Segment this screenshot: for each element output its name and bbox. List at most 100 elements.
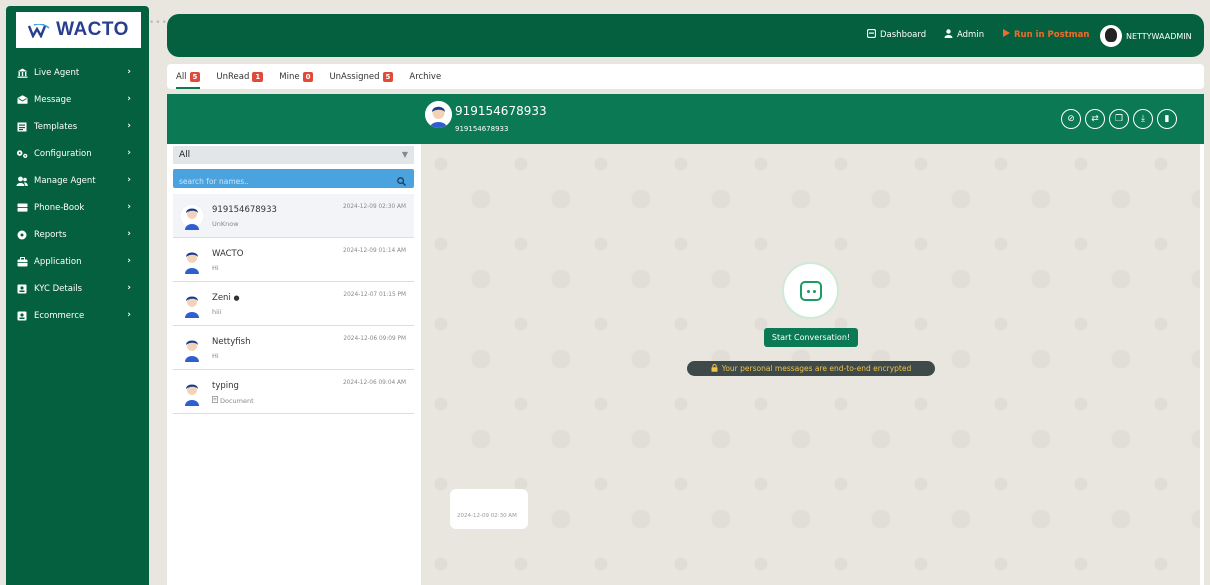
copy-icon: ❐ — [1114, 114, 1124, 124]
gears-icon — [16, 149, 28, 159]
chevron-right-icon: › — [127, 256, 131, 266]
list-item[interactable]: Nettyfish Hi 2024-12-06 09:09 PM — [173, 326, 414, 370]
chat-bubble-icon — [799, 280, 822, 301]
sidebar-item-label: Message — [34, 94, 72, 105]
search-icon[interactable] — [397, 171, 406, 190]
tab-all[interactable]: All 5 — [176, 64, 201, 89]
chevron-right-icon: › — [127, 148, 131, 158]
search-input[interactable] — [173, 172, 373, 191]
user-name: NETTYWAADMIN — [1126, 31, 1192, 41]
contact-name: typing — [212, 381, 239, 391]
chat-area: Start Conversation! Your personal messag… — [421, 144, 1200, 585]
sidebar-item-manage-agent[interactable]: Manage Agent › — [6, 167, 149, 194]
logo[interactable]: WACTO — [16, 12, 141, 48]
list-item[interactable]: WACTO Hi 2024-12-09 01:14 AM — [173, 238, 414, 282]
collapse-handle-icon[interactable]: ••• — [149, 18, 168, 28]
chevron-right-icon: › — [127, 94, 131, 104]
conversation-tabs: All 5 UnRead 1 Mine 0 UnAssigned 5 Archi… — [167, 64, 1204, 89]
start-conversation-button[interactable]: Start Conversation! — [764, 328, 858, 347]
sidebar-item-label: Reports — [34, 229, 67, 240]
sidebar-item-reports[interactable]: Reports › — [6, 221, 149, 248]
sidebar-item-configuration[interactable]: Configuration › — [6, 140, 149, 167]
contact-list-panel: All ▼ 919154678933 UnKnow 2024-12-09 02:… — [167, 144, 421, 585]
dashboard-label: Dashboard — [880, 30, 927, 40]
chevron-right-icon: › — [127, 67, 131, 77]
transfer-button[interactable]: ⇄ — [1085, 109, 1105, 129]
encryption-notice: Your personal messages are end-to-end en… — [687, 361, 935, 376]
count-badge: 1 — [252, 71, 264, 82]
sidebar-item-label: Ecommerce — [34, 310, 85, 321]
sidebar-nav: Live Agent › Message › Templates › Confi… — [6, 59, 149, 329]
contact-name: Zeni ● — [212, 293, 240, 303]
tab-unread[interactable]: UnRead 1 — [216, 64, 264, 89]
message-text: Hi — [212, 264, 219, 272]
start-conversation-icon — [782, 262, 839, 319]
chevron-right-icon: › — [127, 310, 131, 320]
last-message: Document — [212, 396, 254, 405]
list-item[interactable]: 919154678933 UnKnow 2024-12-09 02:30 AM — [173, 194, 414, 238]
admin-link[interactable]: Admin — [944, 29, 984, 41]
envelope-icon — [16, 95, 28, 105]
message-text: UnKnow — [212, 220, 239, 228]
chevron-right-icon: › — [127, 175, 131, 185]
chevron-right-icon: › — [127, 283, 131, 293]
contact-avatar — [181, 336, 203, 362]
tab-mine[interactable]: Mine 0 — [279, 64, 314, 89]
delete-button[interactable]: ▮ — [1157, 109, 1177, 129]
filter-select[interactable]: All ▼ — [173, 146, 414, 164]
play-icon — [1003, 29, 1010, 40]
sidebar-item-label: Templates — [34, 121, 78, 132]
bank-icon — [16, 68, 28, 78]
timestamp: 2024-12-07 01:15 PM — [343, 292, 406, 298]
sidebar-item-live-agent[interactable]: Live Agent › — [6, 59, 149, 86]
contact-avatar — [181, 248, 203, 274]
dashboard-link[interactable]: Dashboard — [866, 28, 927, 41]
chevron-down-icon: ▼ — [401, 150, 408, 159]
sidebar-item-label: Manage Agent — [34, 175, 96, 186]
message-timestamp: 2024-12-09 02:30 AM — [457, 513, 517, 519]
encryption-text: Your personal messages are end-to-end en… — [721, 364, 912, 373]
timestamp: 2024-12-09 02:30 AM — [342, 204, 406, 210]
download-button[interactable]: ⤓ — [1133, 109, 1153, 129]
search-box — [173, 169, 414, 191]
users-icon — [16, 176, 28, 186]
last-message: hiii — [212, 308, 222, 316]
sidebar-item-application[interactable]: Application › — [6, 248, 149, 275]
sidebar-item-phone-book[interactable]: Phone-Book › — [6, 194, 149, 221]
topbar: Dashboard Admin Run in Postman NETTYWAAD… — [167, 14, 1204, 57]
tab-label: UnAssigned — [329, 71, 380, 82]
postman-label: Run in Postman — [1014, 29, 1090, 40]
admin-label: Admin — [957, 30, 985, 40]
sidebar-item-templates[interactable]: Templates › — [6, 113, 149, 140]
last-message: Hi — [212, 264, 219, 272]
tab-unassigned[interactable]: UnAssigned 5 — [329, 64, 394, 89]
list-item[interactable]: typing Document 2024-12-06 09:04 AM — [173, 370, 414, 414]
tab-archive[interactable]: Archive — [409, 64, 441, 89]
contact-name: WACTO — [212, 249, 244, 259]
scrollbar[interactable] — [1200, 144, 1204, 585]
contact-name: Nettyfish — [212, 337, 251, 347]
dashboard-icon — [866, 28, 877, 41]
avatar — [1100, 25, 1122, 47]
sidebar-item-message[interactable]: Message › — [6, 86, 149, 113]
count-badge: 0 — [302, 71, 314, 82]
logo-text: WACTO — [56, 19, 129, 40]
user-menu[interactable]: NETTYWAADMIN — [1100, 25, 1192, 47]
chevron-right-icon: › — [127, 121, 131, 131]
sidebar-item-label: Phone-Book — [34, 202, 85, 213]
attach-button[interactable]: ⊘ — [1061, 109, 1081, 129]
emoji-icon: ● — [233, 294, 240, 302]
list-item[interactable]: Zeni ● hiii 2024-12-07 01:15 PM — [173, 282, 414, 326]
sidebar-item-label: Live Agent — [34, 67, 80, 78]
sidebar-item-kyc-details[interactable]: KYC Details › — [6, 275, 149, 302]
id-card-icon — [16, 311, 28, 321]
server-icon — [16, 203, 28, 213]
run-in-postman-link[interactable]: Run in Postman — [1003, 29, 1089, 40]
document-icon — [212, 396, 218, 405]
last-message: Hi — [212, 352, 219, 360]
sidebar-item-ecommerce[interactable]: Ecommerce › — [6, 302, 149, 329]
contact-avatar — [181, 292, 203, 318]
chevron-right-icon: › — [127, 202, 131, 212]
tab-label: Archive — [409, 71, 442, 82]
copy-button[interactable]: ❐ — [1109, 109, 1129, 129]
